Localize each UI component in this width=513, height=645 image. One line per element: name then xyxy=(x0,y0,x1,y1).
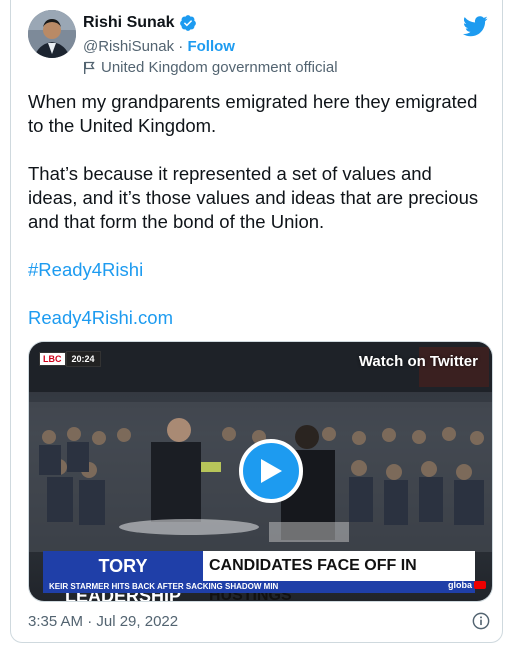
hashtag-link[interactable]: #Ready4Rishi xyxy=(28,258,143,282)
handle-separator: · xyxy=(178,38,184,55)
news-banner-topic: TORY LEADERSHIP xyxy=(43,551,203,601)
play-icon xyxy=(261,459,282,483)
follow-button[interactable]: Follow xyxy=(187,38,235,55)
news-banner-headline: CANDIDATES FACE OFF IN HUSTINGS xyxy=(203,551,475,601)
avatar[interactable] xyxy=(28,10,76,58)
author-name[interactable]: Rishi Sunak xyxy=(83,14,175,32)
tweet-timestamp[interactable]: 3:35 AM · Jul 29, 2022 xyxy=(28,613,178,630)
corner-brand: globa xyxy=(448,580,486,590)
channel-logo: LBC xyxy=(39,352,66,366)
youtube-icon xyxy=(474,581,486,589)
tweet-card: Rishi Sunak @RishiSunak · Follow United … xyxy=(10,0,503,643)
watch-on-twitter-link[interactable]: Watch on Twitter xyxy=(359,353,478,370)
twitter-bird-icon[interactable] xyxy=(463,16,488,37)
info-icon[interactable] xyxy=(472,612,490,630)
tweet-paragraph: That’s because it represented a set of v… xyxy=(28,163,479,232)
website-link[interactable]: Ready4Rishi.com xyxy=(28,306,173,330)
news-ticker: KEIR STARMER HITS BACK AFTER SACKING SHA… xyxy=(43,581,475,593)
play-button[interactable] xyxy=(239,439,303,503)
video-player[interactable]: LBC 20:24 Watch on Twitter TORY LEADERSH… xyxy=(28,341,493,602)
corner-brand-text: globa xyxy=(448,580,472,590)
channel-time: 20:24 xyxy=(65,351,101,367)
author-handle[interactable]: @RishiSunak xyxy=(83,38,174,55)
government-label: United Kingdom government official xyxy=(101,59,338,76)
flag-icon xyxy=(84,61,95,74)
tweet-paragraph: When my grandparents emigrated here they… xyxy=(28,91,478,136)
channel-clock: LBC 20:24 xyxy=(39,351,101,367)
verified-badge-icon xyxy=(179,15,196,31)
